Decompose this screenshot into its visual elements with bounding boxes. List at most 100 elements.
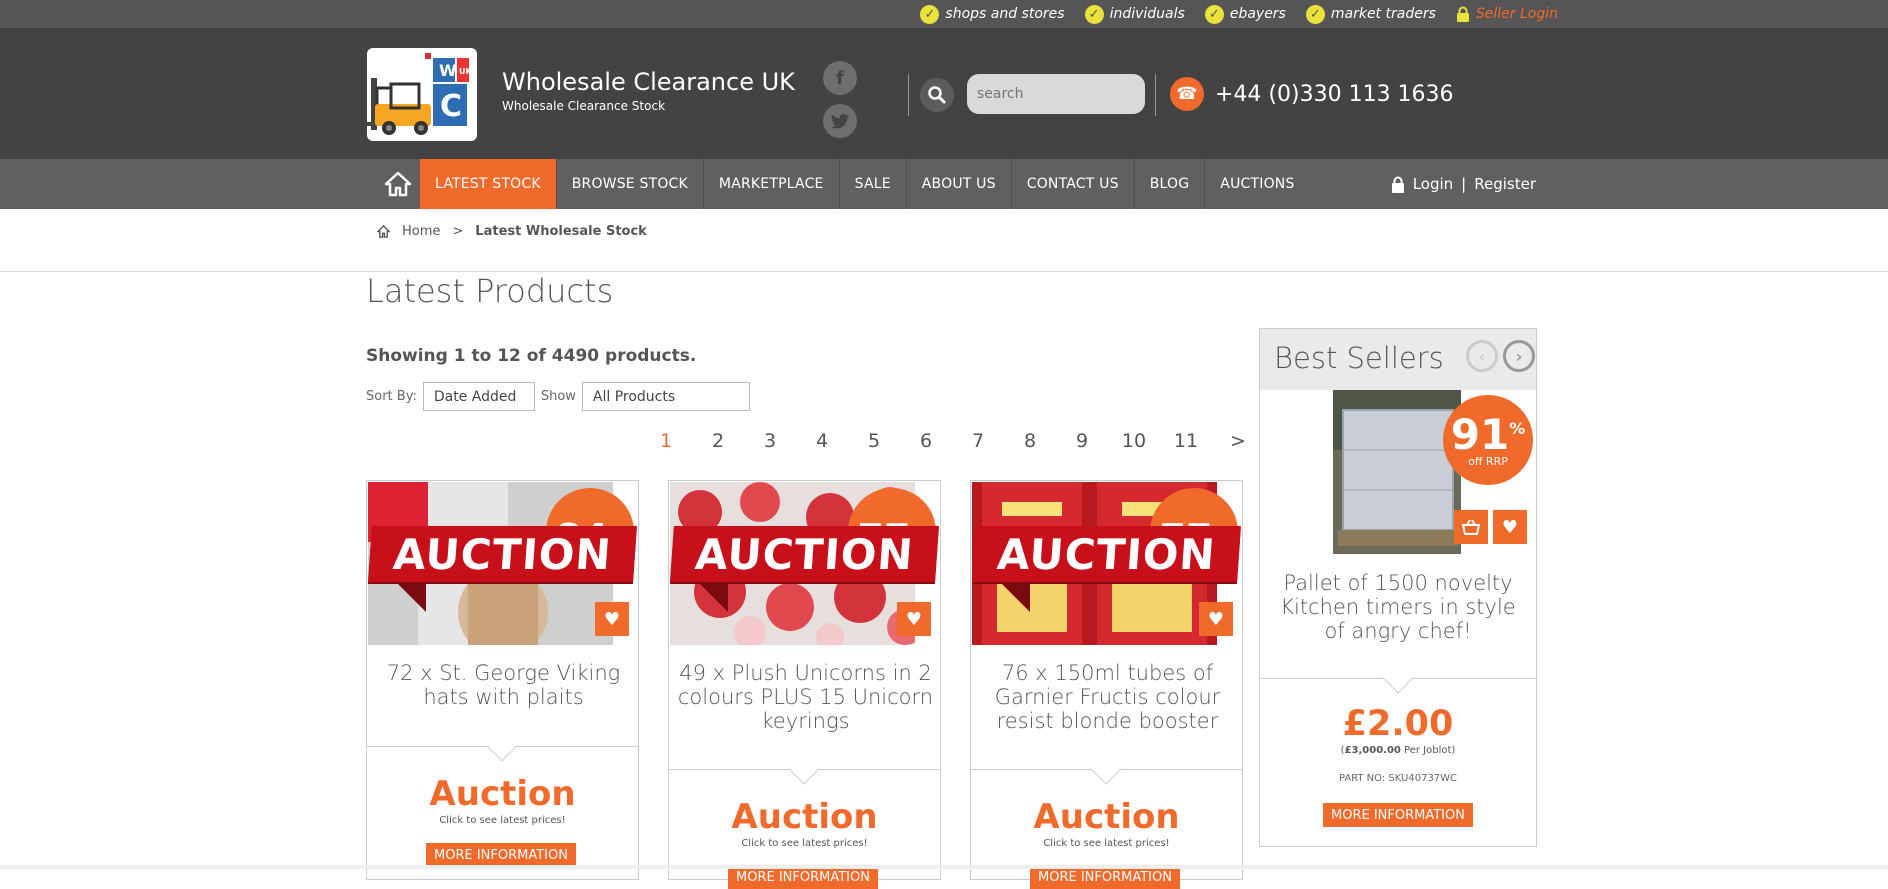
best-seller-joblot-price: (£3,000.00 Per Joblot) — [1260, 745, 1536, 756]
site-title[interactable]: Wholesale Clearance UK — [502, 68, 795, 96]
banner-fold — [698, 582, 728, 612]
page-link[interactable]: 11 — [1160, 430, 1212, 452]
product-card[interactable]: 77% AUCTION ♥ 49 x Plush Unicorns in 2 c… — [668, 480, 941, 889]
nav-browse-stock[interactable]: BROWSE STOCK — [557, 159, 704, 209]
page-bottom-edge — [0, 865, 1888, 869]
price-label: Auction — [1033, 797, 1180, 837]
audience-link-label: ebayers — [1229, 6, 1286, 22]
site-subtitle: Wholesale Clearance Stock — [502, 99, 666, 113]
page-link[interactable]: 8 — [1004, 430, 1056, 452]
audience-link-label: shops and stores — [945, 6, 1065, 22]
next-page-link[interactable]: > — [1212, 430, 1264, 452]
page-link[interactable]: 9 — [1056, 430, 1108, 452]
price-label: Auction — [731, 797, 878, 837]
audience-link-label: individuals — [1109, 6, 1185, 22]
audience-link-market-traders[interactable]: ✓ market traders — [1305, 4, 1436, 24]
page-title: Latest Products — [366, 272, 614, 310]
auction-banner: AUCTION — [368, 526, 637, 582]
nav-marketplace[interactable]: MARKETPLACE — [704, 159, 840, 209]
nav-about-us[interactable]: ABOUT US — [907, 159, 1012, 209]
product-card[interactable]: 84% AUCTION ♥ 72 x St. George Viking hat… — [366, 480, 639, 880]
product-title[interactable]: 49 x Plush Unicorns in 2 colours PLUS 15… — [677, 661, 934, 733]
lock-icon — [1391, 176, 1404, 193]
banner-fold — [396, 582, 426, 612]
show-label: Show — [540, 389, 576, 404]
home-icon[interactable] — [377, 225, 390, 238]
best-seller-product-title[interactable]: Pallet of 1500 novelty Kitchen timers in… — [1270, 571, 1526, 643]
phone-number[interactable]: +44 (0)330 113 1636 — [1215, 82, 1454, 107]
chevron-right-icon[interactable]: › — [1503, 340, 1535, 372]
breadcrumb-home[interactable]: Home — [402, 224, 440, 239]
facebook-icon[interactable]: f — [823, 61, 857, 95]
svg-text:UK: UK — [459, 67, 472, 76]
site-header: W C UK Wholesale Clearance UK Wholesale … — [0, 28, 1888, 159]
show-select[interactable]: All Products — [581, 382, 750, 411]
product-image[interactable]: 77% AUCTION ♥ — [972, 482, 1241, 645]
joblot-text: Per Joblot) — [1400, 745, 1456, 756]
seller-login-label: Seller Login — [1475, 6, 1558, 22]
twitter-icon[interactable] — [823, 104, 857, 138]
nav-contact-us[interactable]: CONTACT US — [1012, 159, 1135, 209]
svg-text:W: W — [439, 61, 457, 80]
page-link[interactable]: 4 — [796, 430, 848, 452]
register-link[interactable]: Register — [1474, 175, 1536, 193]
sort-label: Sort By: — [366, 389, 417, 404]
page-link[interactable]: 3 — [744, 430, 796, 452]
svg-text:C: C — [440, 89, 462, 124]
site-logo[interactable]: W C UK — [367, 48, 477, 141]
page-link[interactable]: 5 — [848, 430, 900, 452]
more-info-button[interactable]: MORE INFORMATION — [1323, 803, 1473, 827]
audience-link-ebayers[interactable]: ✓ ebayers — [1204, 4, 1286, 24]
product-image[interactable]: 84% AUCTION ♥ — [368, 482, 637, 645]
check-icon: ✓ — [1084, 4, 1104, 24]
nav-latest-stock[interactable]: LATEST STOCK — [420, 159, 557, 209]
sort-select[interactable]: Date Added — [422, 382, 535, 411]
main-nav: LATEST STOCK BROWSE STOCK MARKETPLACE SA… — [0, 159, 1888, 209]
breadcrumb-separator: > — [452, 224, 464, 239]
check-icon: ✓ — [1204, 4, 1224, 24]
product-photo[interactable] — [1333, 390, 1461, 554]
pagination: 1 2 3 4 5 6 7 8 9 10 11 > — [640, 430, 1264, 452]
search-icon[interactable] — [920, 78, 954, 112]
chevron-left-icon[interactable]: ‹ — [1466, 340, 1498, 372]
page-link[interactable]: 7 — [952, 430, 1004, 452]
heart-icon[interactable]: ♥ — [595, 602, 629, 636]
check-icon: ✓ — [1305, 4, 1325, 24]
auction-banner: AUCTION — [670, 526, 939, 582]
nav-auctions[interactable]: AUCTIONS — [1205, 159, 1309, 209]
heart-icon[interactable]: ♥ — [1493, 510, 1527, 544]
heart-icon[interactable]: ♥ — [1199, 602, 1233, 636]
nav-blog[interactable]: BLOG — [1135, 159, 1206, 209]
divider — [0, 271, 1888, 272]
audience-link-individuals[interactable]: ✓ individuals — [1084, 4, 1185, 24]
discount-value-row: 91% — [1443, 407, 1533, 457]
card-notch — [1382, 662, 1414, 694]
product-title[interactable]: 72 x St. George Viking hats with plaits — [375, 661, 632, 709]
banner-fold — [1000, 582, 1030, 612]
basket-icon[interactable] — [1454, 510, 1488, 544]
phone-icon: ☎ — [1170, 77, 1204, 111]
more-info-button[interactable]: MORE INFORMATION — [426, 843, 576, 867]
page-link[interactable]: 2 — [692, 430, 744, 452]
discount-off-label: off RRP — [1468, 455, 1508, 468]
product-image[interactable]: 77% AUCTION ♥ — [670, 482, 939, 645]
search-input[interactable] — [967, 74, 1145, 114]
page-link[interactable]: 6 — [900, 430, 952, 452]
price-note: Click to see latest prices! — [1043, 838, 1170, 849]
home-icon[interactable] — [375, 159, 420, 209]
login-link[interactable]: Login — [1413, 175, 1453, 193]
joblot-value: £3,000.00 — [1344, 745, 1401, 756]
discount-value: 91 — [1450, 410, 1510, 459]
page-link[interactable]: 10 — [1108, 430, 1160, 452]
page-link[interactable]: 1 — [640, 430, 692, 452]
price-note: Click to see latest prices! — [439, 815, 566, 826]
heart-icon[interactable]: ♥ — [897, 602, 931, 636]
best-seller-price: £2.00 — [1342, 704, 1454, 744]
audience-link-shops[interactable]: ✓ shops and stores — [920, 4, 1065, 24]
product-title[interactable]: 76 x 150ml tubes of Garnier Fructis colo… — [979, 661, 1236, 733]
product-card[interactable]: 77% AUCTION ♥ 76 x 150ml tubes of Garnie… — [970, 480, 1243, 889]
percent-sign: % — [1509, 419, 1526, 438]
nav-sale[interactable]: SALE — [840, 159, 907, 209]
seller-login-link[interactable]: Seller Login — [1456, 6, 1558, 22]
audience-link-label: market traders — [1330, 6, 1436, 22]
